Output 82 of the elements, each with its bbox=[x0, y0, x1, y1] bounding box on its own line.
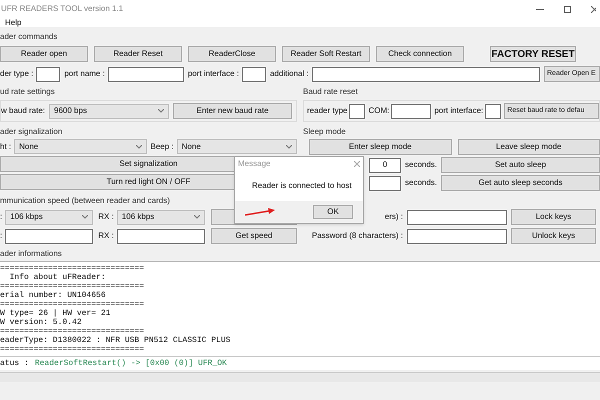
chevron-down-icon bbox=[158, 109, 164, 113]
button[interactable]: Check connection bbox=[376, 46, 464, 62]
field-label: port interface: bbox=[434, 105, 484, 117]
field-label: : bbox=[0, 230, 2, 242]
output-line: ============================== bbox=[0, 282, 146, 291]
input-field[interactable] bbox=[116, 228, 205, 244]
button[interactable]: Reader Reset bbox=[94, 46, 182, 62]
button[interactable]: Get auto sleep seconds bbox=[441, 175, 600, 191]
dropdown[interactable]: None bbox=[176, 139, 297, 154]
field-label: w baud rate: bbox=[1, 105, 46, 117]
group-title: mmunication speed (between reader and cards) bbox=[0, 196, 171, 206]
chevron-down-icon bbox=[194, 215, 200, 219]
button[interactable]: ReaderClose bbox=[188, 46, 276, 62]
dropdown[interactable]: 9600 bps bbox=[49, 104, 170, 118]
group-title: ader commands bbox=[0, 32, 58, 42]
input-field[interactable] bbox=[5, 228, 94, 244]
button[interactable]: Reader Soft Restart bbox=[282, 46, 370, 62]
menu-item[interactable]: Help bbox=[5, 16, 22, 28]
group-title: ader informations bbox=[0, 249, 63, 259]
close-icon[interactable] bbox=[591, 6, 596, 12]
field-label: Password (8 characters) : bbox=[312, 230, 403, 242]
output-line: W version: 5.0.42 bbox=[0, 318, 83, 327]
input-field[interactable] bbox=[242, 66, 266, 82]
status-label: atus : bbox=[0, 359, 29, 368]
input-field[interactable] bbox=[369, 176, 401, 190]
button[interactable]: Reader open bbox=[0, 46, 88, 62]
output-line: eaderType: D1380022 : NFR USB PN512 CLASSIC PLUS bbox=[0, 336, 232, 345]
field-label: reader type bbox=[307, 105, 348, 117]
field-label: Beep : bbox=[150, 140, 174, 152]
group-title: ader signalization bbox=[0, 127, 64, 137]
button[interactable]: Unlock keys bbox=[511, 228, 596, 244]
button[interactable]: Enter sleep mode bbox=[309, 139, 452, 155]
maximize-icon[interactable] bbox=[564, 6, 571, 12]
input-field[interactable] bbox=[349, 104, 366, 118]
window-title: UFR READERS TOOL version 1.1 bbox=[1, 3, 124, 15]
output-line: ============================== bbox=[0, 345, 146, 354]
input-field[interactable] bbox=[36, 66, 60, 82]
chevron-down-icon bbox=[136, 144, 142, 148]
group-title: ud rate settings bbox=[0, 87, 56, 97]
output-line: erial number: UN104656 bbox=[0, 291, 107, 300]
arrow-drawing bbox=[245, 208, 275, 216]
dropdown[interactable]: None bbox=[14, 139, 146, 154]
input-field[interactable] bbox=[312, 66, 540, 82]
ok-button[interactable]: OK bbox=[313, 205, 353, 219]
button[interactable]: Enter new baud rate bbox=[173, 103, 292, 119]
output-line: ============================== bbox=[0, 264, 146, 273]
dropdown[interactable]: 106 kbps bbox=[116, 210, 205, 224]
input-field[interactable] bbox=[407, 228, 507, 244]
field-label: port interface : bbox=[188, 68, 239, 80]
group-title: Baud rate reset bbox=[303, 87, 359, 97]
input-field[interactable] bbox=[108, 66, 184, 82]
field-label: der type : bbox=[0, 68, 34, 80]
input-field[interactable] bbox=[407, 210, 507, 224]
status-message: ReaderSoftRestart() -> [0x00 (0)] UFR_OK bbox=[34, 359, 227, 368]
chevron-down-icon bbox=[286, 144, 292, 148]
button[interactable]: Leave sleep mode bbox=[458, 139, 600, 155]
field-label: : bbox=[0, 211, 2, 223]
group-title: Sleep mode bbox=[303, 127, 347, 137]
dialog-title: Message bbox=[238, 158, 270, 170]
field-label: COM: bbox=[368, 105, 390, 117]
field-label: seconds. bbox=[405, 159, 438, 171]
field-label: ers) : bbox=[384, 211, 403, 223]
button[interactable]: Set auto sleep bbox=[441, 157, 600, 173]
input-field[interactable] bbox=[485, 104, 502, 118]
input-field[interactable]: 0 bbox=[369, 158, 401, 172]
field-label: ht : bbox=[0, 140, 12, 152]
dropdown[interactable]: 106 kbps bbox=[5, 210, 94, 224]
minimize-icon[interactable] bbox=[536, 8, 544, 10]
button[interactable]: Get speed bbox=[210, 228, 297, 244]
field-label: RX : bbox=[98, 211, 114, 223]
output-line: ============================== bbox=[0, 327, 146, 336]
input-field[interactable] bbox=[391, 104, 432, 118]
field-label: additional : bbox=[270, 68, 309, 80]
field-label: RX : bbox=[98, 230, 114, 242]
field-label: seconds. bbox=[405, 177, 438, 189]
field-label: port name : bbox=[64, 68, 105, 80]
output-line: Info about uFReader: bbox=[8, 273, 107, 282]
chevron-down-icon bbox=[82, 215, 88, 219]
output-line: ============================== bbox=[0, 300, 146, 309]
button[interactable]: FACTORY RESET bbox=[490, 46, 576, 62]
button[interactable]: Lock keys bbox=[511, 209, 596, 225]
output-line: W type= 26 | HW ver= 21 bbox=[0, 309, 112, 318]
